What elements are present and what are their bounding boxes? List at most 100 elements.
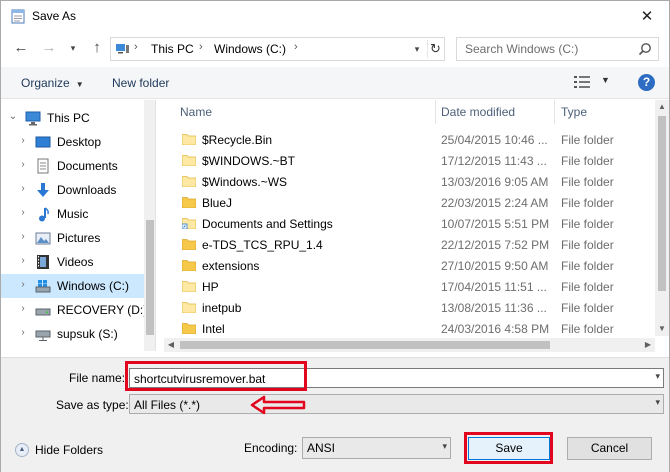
tree-item-supsuk-s[interactable]: › supsuk (S:) xyxy=(1,322,144,346)
file-type: File folder xyxy=(561,133,614,147)
scroll-down-icon[interactable]: ▼ xyxy=(655,322,669,336)
change-view-button[interactable]: ▼ xyxy=(574,74,612,92)
save-as-type-select[interactable]: All Files (*.*) ▾ xyxy=(129,394,664,414)
chevron-right-icon[interactable]: › xyxy=(17,279,29,290)
tree-item-desktop[interactable]: › Desktop xyxy=(1,130,144,154)
chevron-right-icon[interactable]: › xyxy=(17,135,29,146)
nav-scrollbar-thumb[interactable] xyxy=(146,220,154,335)
hide-folders-label: Hide Folders xyxy=(35,443,104,457)
chevron-right-icon[interactable]: › xyxy=(17,159,29,170)
tree-label: Desktop xyxy=(57,135,102,149)
tree-item-music[interactable]: › Music xyxy=(1,202,144,226)
folder-icon xyxy=(182,155,196,166)
chevron-down-icon[interactable]: ▾ xyxy=(442,441,447,452)
file-type: File folder xyxy=(561,175,614,189)
folder-icon xyxy=(182,302,196,313)
chevron-down-icon[interactable]: ⌄ xyxy=(7,111,19,122)
column-header-date[interactable]: Date modified xyxy=(436,100,554,124)
folder-icon xyxy=(182,323,196,334)
chevron-right-icon[interactable]: › xyxy=(17,303,29,314)
back-arrow-icon: ← xyxy=(13,39,29,56)
file-list-vertical-scrollbar[interactable]: ▲ ▼ xyxy=(655,100,669,336)
vertical-scrollbar-thumb[interactable] xyxy=(658,116,666,291)
tree-label: supsuk (S:) xyxy=(57,327,118,341)
title-bar: Save As ✕ xyxy=(1,1,669,32)
new-folder-label: New folder xyxy=(112,76,170,90)
file-row[interactable]: Intel 24/03/2016 4:58 PM File folder xyxy=(164,318,654,339)
search-box[interactable]: Search Windows (C:) xyxy=(456,37,659,61)
chevron-down-icon: ▼ xyxy=(601,75,610,85)
file-list: Name Date modified Type $Recycle.Bin 25/… xyxy=(164,100,669,355)
file-type: File folder xyxy=(561,322,614,336)
navigation-bar: ← → ▾ ↑ › This PC › Windows (C:) › ▾ ↻ S… xyxy=(1,34,669,64)
close-button[interactable]: ✕ xyxy=(625,1,669,31)
column-header-name[interactable]: Name xyxy=(164,100,434,124)
organize-menu[interactable]: Organize ▼ xyxy=(21,76,84,90)
file-row[interactable]: extensions 27/10/2015 9:50 AM File folde… xyxy=(164,255,654,276)
file-row[interactable]: e-TDS_TCS_RPU_1.4 22/12/2015 7:52 PM Fil… xyxy=(164,234,654,255)
breadcrumb-separator-icon: › xyxy=(294,41,298,53)
videos-icon xyxy=(37,255,49,269)
file-list-horizontal-scrollbar[interactable]: ◀ ▶ xyxy=(164,338,655,352)
tree-item-this-pc[interactable]: ⌄ This PC xyxy=(1,106,144,130)
new-folder-button[interactable]: New folder xyxy=(112,76,169,90)
back-button[interactable]: ← xyxy=(11,38,31,58)
save-as-type-value: All Files (*.*) xyxy=(134,398,201,412)
tree-label: Pictures xyxy=(57,231,101,245)
cancel-button[interactable]: Cancel xyxy=(567,437,652,460)
chevron-right-icon[interactable]: › xyxy=(17,207,29,218)
save-form: File name: shortcutvirusremover.bat ▾ Sa… xyxy=(1,357,669,472)
folder-icon xyxy=(182,134,196,145)
chevron-right-icon[interactable]: › xyxy=(17,231,29,242)
file-row[interactable]: inetpub 13/08/2015 11:36 ... File folder xyxy=(164,297,654,318)
chevron-down-icon: ▾ xyxy=(70,43,76,53)
highlight-box-save xyxy=(464,432,553,464)
file-row[interactable]: $Windows.~WS 13/03/2016 9:05 AM File fol… xyxy=(164,171,654,192)
file-row[interactable]: HP 17/04/2015 11:51 ... File folder xyxy=(164,276,654,297)
chevron-right-icon[interactable]: › xyxy=(17,183,29,194)
tree-item-documents[interactable]: › Documents xyxy=(1,154,144,178)
tree-item-downloads[interactable]: › Downloads xyxy=(1,178,144,202)
file-name: Documents and Settings xyxy=(202,217,333,231)
breadcrumb-windows-c[interactable]: Windows (C:) xyxy=(214,42,286,56)
file-row[interactable]: $Recycle.Bin 25/04/2015 10:46 ... File f… xyxy=(164,129,654,150)
desktop-icon xyxy=(35,136,51,148)
chevron-up-icon: ▲ xyxy=(15,443,29,457)
drive-icon xyxy=(35,308,51,316)
horizontal-scrollbar-thumb[interactable] xyxy=(180,341,550,349)
close-icon: ✕ xyxy=(640,8,654,25)
up-button[interactable]: ↑ xyxy=(87,38,107,58)
breadcrumb-this-pc[interactable]: This PC xyxy=(151,42,194,56)
forward-button[interactable]: → xyxy=(39,38,59,58)
file-type: File folder xyxy=(561,238,614,252)
details-view-icon xyxy=(574,76,590,88)
column-header-type[interactable]: Type xyxy=(555,100,655,124)
file-type: File folder xyxy=(561,154,614,168)
help-button[interactable]: ? xyxy=(638,74,655,91)
file-row[interactable]: BlueJ 22/03/2015 2:24 AM File folder xyxy=(164,192,654,213)
tree-item-pictures[interactable]: › Pictures xyxy=(1,226,144,250)
recent-locations-button[interactable]: ▾ xyxy=(63,38,83,58)
file-date: 10/07/2015 5:51 PM xyxy=(441,217,550,231)
chevron-right-icon[interactable]: › xyxy=(17,327,29,338)
encoding-select[interactable]: ANSI ▾ xyxy=(302,437,451,459)
scroll-right-icon[interactable]: ▶ xyxy=(641,338,655,352)
tree-label: This PC xyxy=(47,111,90,125)
scroll-up-icon[interactable]: ▲ xyxy=(655,100,669,114)
nav-scrollbar[interactable] xyxy=(144,100,155,351)
tree-label: Music xyxy=(57,207,89,221)
chevron-down-icon[interactable]: ▾ xyxy=(655,371,660,382)
file-name: e-TDS_TCS_RPU_1.4 xyxy=(202,238,323,252)
tree-item-windows-c[interactable]: › Windows (C:) xyxy=(1,274,144,298)
tree-item-recovery-d[interactable]: › RECOVERY (D:) xyxy=(1,298,147,322)
scroll-left-icon[interactable]: ◀ xyxy=(164,338,178,352)
address-dropdown-button[interactable]: ▾ xyxy=(410,41,424,57)
file-row[interactable]: Documents and Settings 10/07/2015 5:51 P… xyxy=(164,213,654,234)
file-type: File folder xyxy=(561,259,614,273)
address-bar[interactable]: › This PC › Windows (C:) › ▾ ↻ xyxy=(110,37,445,61)
file-row[interactable]: $WINDOWS.~BT 17/12/2015 11:43 ... File f… xyxy=(164,150,654,171)
chevron-down-icon[interactable]: ▾ xyxy=(655,397,660,408)
tree-item-videos[interactable]: › Videos xyxy=(1,250,144,274)
refresh-button[interactable]: ↻ xyxy=(427,40,443,58)
chevron-right-icon[interactable]: › xyxy=(17,255,29,266)
